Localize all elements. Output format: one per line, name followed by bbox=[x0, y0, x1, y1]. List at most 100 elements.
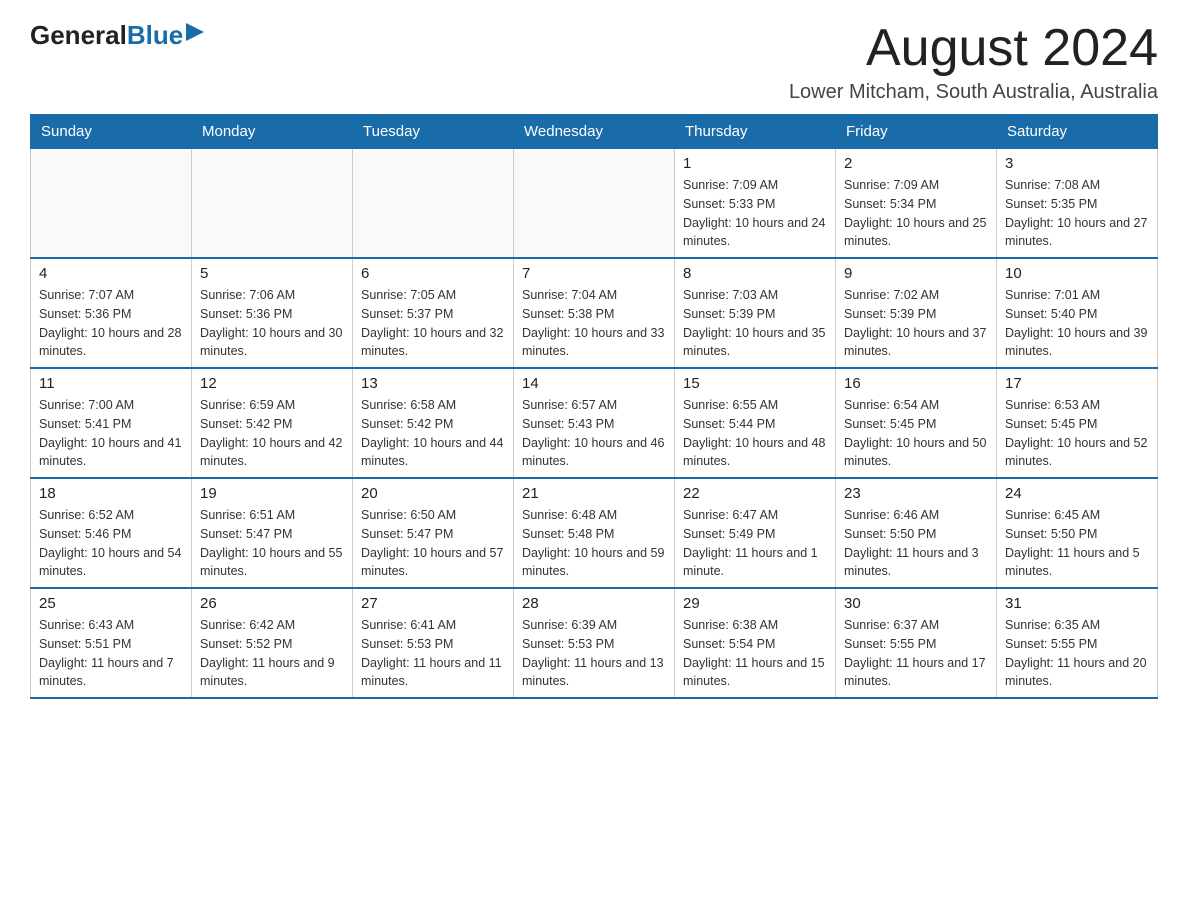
calendar-cell: 25Sunrise: 6:43 AMSunset: 5:51 PMDayligh… bbox=[31, 588, 192, 698]
calendar-week-row: 25Sunrise: 6:43 AMSunset: 5:51 PMDayligh… bbox=[31, 588, 1158, 698]
day-info: Sunrise: 6:51 AMSunset: 5:47 PMDaylight:… bbox=[200, 506, 344, 581]
day-info: Sunrise: 6:52 AMSunset: 5:46 PMDaylight:… bbox=[39, 506, 183, 581]
page-header: General Blue August 2024 Lower Mitcham, … bbox=[30, 20, 1158, 104]
day-number: 22 bbox=[683, 485, 827, 502]
day-number: 17 bbox=[1005, 375, 1149, 392]
calendar-cell: 16 Sunrise: 6:54 AMSunset: 5:45 PMDayligh… bbox=[836, 368, 997, 478]
day-info: Sunrise: 7:07 AMSunset: 5:36 PMDaylight:… bbox=[39, 286, 183, 361]
day-info: Sunrise: 6:55 AMSunset: 5:44 PMDaylight:… bbox=[683, 396, 827, 471]
day-number: 4 bbox=[39, 265, 183, 282]
day-number: 27 bbox=[361, 595, 505, 612]
calendar-cell: 4 Sunrise: 7:07 AMSunset: 5:36 PMDaylight… bbox=[31, 258, 192, 368]
calendar-header-sunday: Sunday bbox=[31, 115, 192, 149]
calendar-cell: 20 Sunrise: 6:50 AMSunset: 5:47 PMDayligh… bbox=[353, 478, 514, 588]
calendar-cell: 2Sunrise: 7:09 AMSunset: 5:34 PMDaylight… bbox=[836, 149, 997, 259]
day-info: Sunrise: 6:43 AMSunset: 5:51 PMDaylight:… bbox=[39, 616, 183, 691]
day-info: Sunrise: 6:58 AMSunset: 5:42 PMDaylight:… bbox=[361, 396, 505, 471]
day-info: Sunrise: 7:01 AMSunset: 5:40 PMDaylight:… bbox=[1005, 286, 1149, 361]
day-number: 24 bbox=[1005, 485, 1149, 502]
calendar-cell: 10 Sunrise: 7:01 AMSunset: 5:40 PMDayligh… bbox=[997, 258, 1158, 368]
month-title: August 2024 bbox=[789, 20, 1158, 77]
day-number: 21 bbox=[522, 485, 666, 502]
day-info: Sunrise: 6:53 AMSunset: 5:45 PMDaylight:… bbox=[1005, 396, 1149, 471]
day-info: Sunrise: 6:47 AMSunset: 5:49 PMDaylight:… bbox=[683, 506, 827, 581]
calendar-header-wednesday: Wednesday bbox=[514, 115, 675, 149]
day-info: Sunrise: 7:05 AMSunset: 5:37 PMDaylight:… bbox=[361, 286, 505, 361]
location-subtitle: Lower Mitcham, South Australia, Australi… bbox=[789, 81, 1158, 104]
logo-blue-text: Blue bbox=[127, 20, 183, 51]
calendar-week-row: 1 Sunrise: 7:09 AMSunset: 5:33 PMDaylight… bbox=[31, 149, 1158, 259]
day-number: 1 bbox=[683, 155, 827, 172]
day-info: Sunrise: 6:41 AMSunset: 5:53 PMDaylight:… bbox=[361, 616, 505, 691]
calendar-cell: 19 Sunrise: 6:51 AMSunset: 5:47 PMDayligh… bbox=[192, 478, 353, 588]
calendar-cell bbox=[353, 149, 514, 259]
calendar-cell: 9 Sunrise: 7:02 AMSunset: 5:39 PMDaylight… bbox=[836, 258, 997, 368]
day-info: Sunrise: 7:00 AMSunset: 5:41 PMDaylight:… bbox=[39, 396, 183, 471]
day-number: 16 bbox=[844, 375, 988, 392]
calendar-cell: 6Sunrise: 7:05 AMSunset: 5:37 PMDaylight… bbox=[353, 258, 514, 368]
day-number: 7 bbox=[522, 265, 666, 282]
calendar-table: SundayMondayTuesdayWednesdayThursdayFrid… bbox=[30, 114, 1158, 699]
calendar-cell: 8Sunrise: 7:03 AMSunset: 5:39 PMDaylight… bbox=[675, 258, 836, 368]
day-number: 23 bbox=[844, 485, 988, 502]
day-number: 20 bbox=[361, 485, 505, 502]
day-info: Sunrise: 6:38 AMSunset: 5:54 PMDaylight:… bbox=[683, 616, 827, 691]
day-info: Sunrise: 6:37 AMSunset: 5:55 PMDaylight:… bbox=[844, 616, 988, 691]
day-info: Sunrise: 6:46 AMSunset: 5:50 PMDaylight:… bbox=[844, 506, 988, 581]
calendar-cell: 18Sunrise: 6:52 AMSunset: 5:46 PMDayligh… bbox=[31, 478, 192, 588]
day-info: Sunrise: 6:57 AMSunset: 5:43 PMDaylight:… bbox=[522, 396, 666, 471]
day-info: Sunrise: 7:09 AMSunset: 5:33 PMDaylight:… bbox=[683, 176, 827, 251]
calendar-cell: 1 Sunrise: 7:09 AMSunset: 5:33 PMDaylight… bbox=[675, 149, 836, 259]
calendar-header-thursday: Thursday bbox=[675, 115, 836, 149]
calendar-week-row: 4 Sunrise: 7:07 AMSunset: 5:36 PMDaylight… bbox=[31, 258, 1158, 368]
day-info: Sunrise: 7:04 AMSunset: 5:38 PMDaylight:… bbox=[522, 286, 666, 361]
calendar-cell: 14 Sunrise: 6:57 AMSunset: 5:43 PMDayligh… bbox=[514, 368, 675, 478]
calendar-cell: 5 Sunrise: 7:06 AMSunset: 5:36 PMDaylight… bbox=[192, 258, 353, 368]
calendar-week-row: 18Sunrise: 6:52 AMSunset: 5:46 PMDayligh… bbox=[31, 478, 1158, 588]
day-number: 9 bbox=[844, 265, 988, 282]
day-info: Sunrise: 6:48 AMSunset: 5:48 PMDaylight:… bbox=[522, 506, 666, 581]
day-number: 26 bbox=[200, 595, 344, 612]
calendar-cell: 3 Sunrise: 7:08 AMSunset: 5:35 PMDaylight… bbox=[997, 149, 1158, 259]
calendar-cell: 21 Sunrise: 6:48 AMSunset: 5:48 PMDayligh… bbox=[514, 478, 675, 588]
day-number: 12 bbox=[200, 375, 344, 392]
day-number: 8 bbox=[683, 265, 827, 282]
day-number: 3 bbox=[1005, 155, 1149, 172]
calendar-week-row: 11 Sunrise: 7:00 AMSunset: 5:41 PMDayligh… bbox=[31, 368, 1158, 478]
logo-blue-part: Blue bbox=[127, 20, 204, 51]
calendar-cell bbox=[514, 149, 675, 259]
day-number: 31 bbox=[1005, 595, 1149, 612]
day-info: Sunrise: 7:09 AMSunset: 5:34 PMDaylight:… bbox=[844, 176, 988, 251]
day-info: Sunrise: 7:02 AMSunset: 5:39 PMDaylight:… bbox=[844, 286, 988, 361]
day-info: Sunrise: 6:42 AMSunset: 5:52 PMDaylight:… bbox=[200, 616, 344, 691]
day-number: 15 bbox=[683, 375, 827, 392]
day-number: 19 bbox=[200, 485, 344, 502]
day-info: Sunrise: 7:08 AMSunset: 5:35 PMDaylight:… bbox=[1005, 176, 1149, 251]
day-number: 5 bbox=[200, 265, 344, 282]
calendar-cell: 23 Sunrise: 6:46 AMSunset: 5:50 PMDayligh… bbox=[836, 478, 997, 588]
calendar-header-monday: Monday bbox=[192, 115, 353, 149]
day-info: Sunrise: 6:59 AMSunset: 5:42 PMDaylight:… bbox=[200, 396, 344, 471]
day-info: Sunrise: 6:50 AMSunset: 5:47 PMDaylight:… bbox=[361, 506, 505, 581]
calendar-cell: 17 Sunrise: 6:53 AMSunset: 5:45 PMDayligh… bbox=[997, 368, 1158, 478]
day-number: 10 bbox=[1005, 265, 1149, 282]
calendar-header-friday: Friday bbox=[836, 115, 997, 149]
day-info: Sunrise: 6:54 AMSunset: 5:45 PMDaylight:… bbox=[844, 396, 988, 471]
day-info: Sunrise: 6:39 AMSunset: 5:53 PMDaylight:… bbox=[522, 616, 666, 691]
day-number: 14 bbox=[522, 375, 666, 392]
day-info: Sunrise: 7:06 AMSunset: 5:36 PMDaylight:… bbox=[200, 286, 344, 361]
calendar-cell: 26 Sunrise: 6:42 AMSunset: 5:52 PMDayligh… bbox=[192, 588, 353, 698]
calendar-cell: 15 Sunrise: 6:55 AMSunset: 5:44 PMDayligh… bbox=[675, 368, 836, 478]
calendar-cell: 12 Sunrise: 6:59 AMSunset: 5:42 PMDayligh… bbox=[192, 368, 353, 478]
calendar-cell bbox=[192, 149, 353, 259]
calendar-cell: 7 Sunrise: 7:04 AMSunset: 5:38 PMDaylight… bbox=[514, 258, 675, 368]
calendar-cell: 29Sunrise: 6:38 AMSunset: 5:54 PMDayligh… bbox=[675, 588, 836, 698]
day-info: Sunrise: 6:45 AMSunset: 5:50 PMDaylight:… bbox=[1005, 506, 1149, 581]
calendar-cell: 24 Sunrise: 6:45 AMSunset: 5:50 PMDayligh… bbox=[997, 478, 1158, 588]
calendar-cell: 22 Sunrise: 6:47 AMSunset: 5:49 PMDayligh… bbox=[675, 478, 836, 588]
calendar-cell: 31Sunrise: 6:35 AMSunset: 5:55 PMDayligh… bbox=[997, 588, 1158, 698]
calendar-cell bbox=[31, 149, 192, 259]
day-number: 28 bbox=[522, 595, 666, 612]
title-section: August 2024 Lower Mitcham, South Austral… bbox=[789, 20, 1158, 104]
day-number: 11 bbox=[39, 375, 183, 392]
